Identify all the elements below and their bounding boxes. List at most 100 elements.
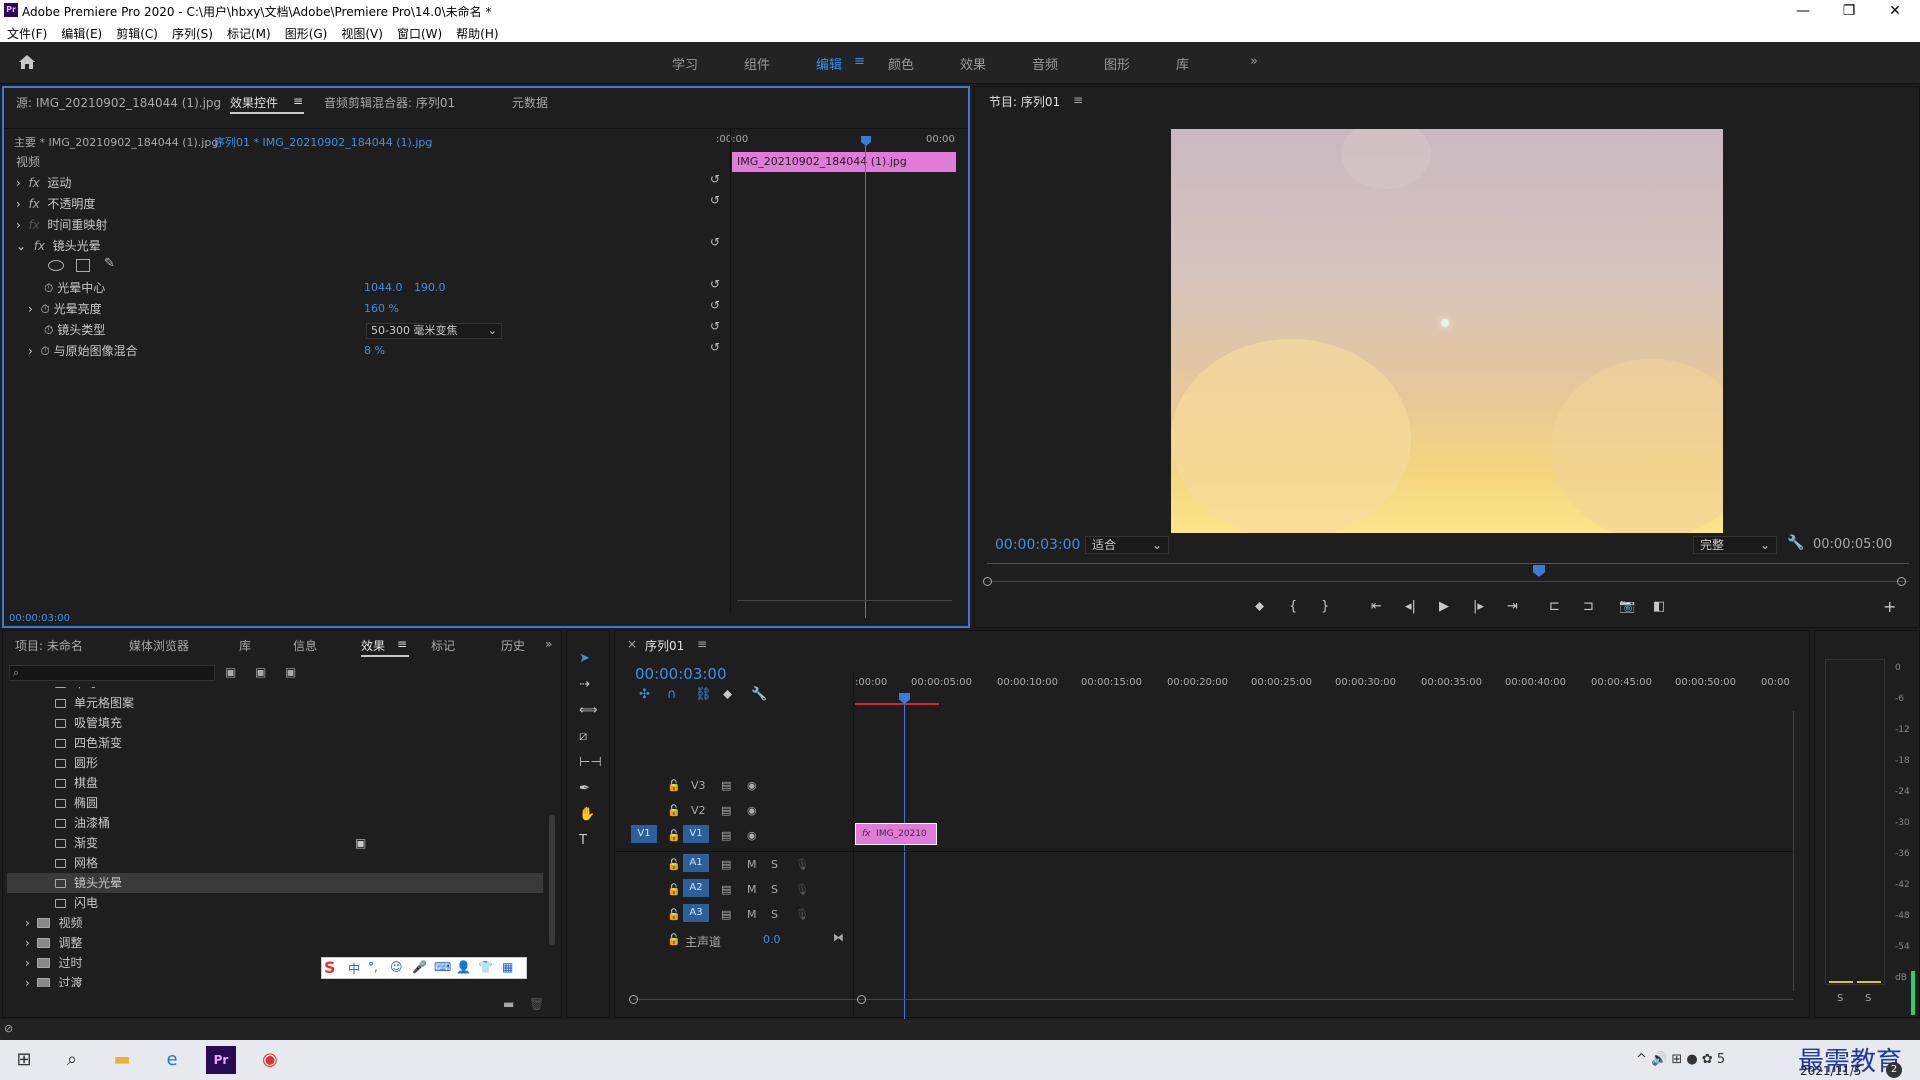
sync-lock-icon[interactable]: ▤: [721, 804, 731, 817]
time-ruler[interactable]: [987, 563, 1909, 564]
ripple-edit-tool-icon[interactable]: ⟺: [579, 703, 598, 718]
zoom-handle-icon[interactable]: [1897, 577, 1906, 586]
master-clip-label[interactable]: 主要 * IMG_20210902_184044 (1).jpg: [14, 134, 218, 150]
list-item[interactable]: 渐变 ▣: [55, 833, 366, 853]
effect-controls-time[interactable]: 00:00:03:00: [9, 613, 70, 624]
tab-libraries[interactable]: 库: [239, 637, 251, 654]
microphone-icon[interactable]: 🎙: [795, 908, 809, 921]
go-to-end-icon[interactable]: ⧓: [833, 931, 844, 944]
sync-lock-icon[interactable]: ▤: [721, 858, 731, 871]
premiere-taskbar-icon[interactable]: Pr: [206, 1046, 236, 1074]
microphone-icon[interactable]: 🎙: [795, 858, 809, 871]
lens-type-select[interactable]: 50-300 毫米变焦 ⌄: [366, 323, 502, 339]
close-button[interactable]: ✕: [1872, 0, 1918, 22]
sync-lock-icon[interactable]: ▤: [721, 883, 731, 896]
folder-item[interactable]: › 调整: [25, 933, 82, 953]
folder-item[interactable]: › 视频: [25, 913, 82, 933]
reset-icon[interactable]: ↺: [710, 319, 720, 333]
solo-right-button[interactable]: S: [1865, 993, 1871, 1004]
quality-select[interactable]: 完整 ⌄: [1693, 536, 1777, 554]
list-item[interactable]: 单元格图案: [55, 693, 134, 713]
folder-item[interactable]: › 过时: [25, 953, 82, 973]
list-item[interactable]: 圆形: [55, 753, 98, 773]
timeline-playhead[interactable]: [904, 693, 905, 1019]
effect-time-remap[interactable]: › fx 时间重映射: [16, 215, 107, 235]
reset-icon[interactable]: ↺: [710, 298, 720, 312]
track-label-v1[interactable]: V1: [683, 825, 709, 843]
source-patch-v1[interactable]: V1: [631, 825, 657, 843]
program-monitor-title[interactable]: 节目: 序列01: [989, 93, 1060, 110]
step-back-icon[interactable]: ◂|: [1405, 599, 1416, 614]
tab-effect-controls[interactable]: 效果控件: [230, 94, 278, 111]
menu-file[interactable]: 文件(F): [0, 22, 54, 42]
button-editor-icon[interactable]: +: [1883, 597, 1896, 616]
eye-icon[interactable]: ◉: [747, 804, 757, 817]
zoom-scrollbar[interactable]: [737, 600, 952, 601]
reset-icon[interactable]: ↺: [710, 340, 720, 354]
compare-icon[interactable]: ◧: [1653, 599, 1665, 614]
panel-menu-icon[interactable]: ≡: [1073, 93, 1083, 107]
effect-motion[interactable]: › fx 运动: [16, 173, 71, 193]
notification-badge[interactable]: 2: [1886, 1062, 1902, 1078]
menu-clip[interactable]: 剪辑(C): [109, 22, 165, 42]
system-tray[interactable]: ^ 🔊 ⊞ ● ✿ 5: [1636, 1052, 1725, 1067]
mute-button[interactable]: M: [747, 883, 757, 896]
restore-button[interactable]: ❐: [1826, 0, 1872, 22]
wrench-icon[interactable]: 🔧: [1787, 535, 1804, 551]
lock-icon[interactable]: 🔓: [667, 804, 681, 817]
flare-center-y[interactable]: 190.0: [414, 278, 446, 298]
sync-lock-icon[interactable]: ▤: [721, 908, 731, 921]
sync-lock-icon[interactable]: ▤: [721, 779, 731, 792]
timeline-current-time[interactable]: 00:00:03:00: [635, 665, 727, 683]
program-video-frame[interactable]: [1171, 129, 1723, 533]
yuv-effects-icon[interactable]: ▣: [285, 665, 296, 679]
list-item[interactable]: 闪电: [55, 893, 98, 913]
list-item[interactable]: 吸管填充: [55, 713, 122, 733]
add-marker-icon[interactable]: ⬥: [1255, 599, 1264, 614]
reset-icon[interactable]: ↺: [710, 277, 720, 291]
timeline-settings-icon[interactable]: 🔧: [751, 687, 767, 702]
list-item[interactable]: 网格: [55, 853, 98, 873]
zoom-bar[interactable]: [987, 581, 1909, 582]
chrome-icon[interactable]: ◉: [252, 1046, 288, 1074]
menu-marker[interactable]: 标记(M): [220, 22, 278, 42]
mute-button[interactable]: M: [747, 908, 757, 921]
razor-tool-icon[interactable]: ⧄: [579, 729, 587, 744]
workspace-graphics[interactable]: 图形: [1104, 54, 1130, 73]
lock-icon[interactable]: 🔓: [667, 883, 681, 896]
track-label-a1[interactable]: A1: [683, 854, 709, 872]
home-icon[interactable]: [18, 54, 36, 70]
list-item[interactable]: 椭圆: [55, 793, 98, 813]
eye-icon[interactable]: ◉: [747, 829, 757, 842]
workspace-more-icon[interactable]: »: [1250, 54, 1258, 69]
microphone-icon[interactable]: 🎙: [795, 883, 809, 896]
file-explorer-icon[interactable]: ▬: [104, 1046, 140, 1074]
timeline-zoom-bar[interactable]: [633, 999, 1793, 1000]
tab-history[interactable]: 历史: [501, 637, 525, 654]
menu-edit[interactable]: 编辑(E): [54, 22, 109, 42]
workspace-menu-icon[interactable]: ≡: [854, 54, 865, 69]
slip-tool-icon[interactable]: ⊢⊣: [579, 755, 602, 770]
flare-brightness-value[interactable]: 160 %: [364, 299, 399, 319]
workspace-learn[interactable]: 学习: [672, 54, 698, 73]
list-item[interactable]: 棋盘: [55, 773, 98, 793]
work-area-bar[interactable]: [855, 703, 939, 705]
reset-icon[interactable]: ↺: [710, 193, 720, 207]
effect-opacity[interactable]: › fx 不透明度: [16, 194, 95, 214]
pen-tool-icon[interactable]: ✒: [579, 781, 590, 796]
tab-media-browser[interactable]: 媒体浏览器: [129, 637, 189, 654]
program-current-time[interactable]: 00:00:03:00: [995, 537, 1080, 553]
track-label-a3[interactable]: A3: [683, 904, 709, 922]
tab-project[interactable]: 项目: 未命名: [15, 637, 83, 654]
32bit-effects-icon[interactable]: ▣: [255, 665, 266, 679]
flare-center-x[interactable]: 1044.0: [364, 278, 403, 298]
panel-menu-icon[interactable]: ≡: [697, 637, 707, 651]
lock-icon[interactable]: 🔓: [667, 908, 681, 921]
workspace-audio[interactable]: 音频: [1032, 54, 1058, 73]
clip-bar[interactable]: IMG_20210902_184044 (1).jpg: [732, 152, 956, 172]
zoom-handle-icon[interactable]: [857, 995, 866, 1004]
eye-icon[interactable]: ◉: [747, 779, 757, 792]
workspace-editing[interactable]: 编辑: [816, 54, 842, 73]
panel-menu-icon[interactable]: ≡: [293, 94, 303, 108]
list-item-selected[interactable]: 镜头光晕: [55, 873, 122, 893]
